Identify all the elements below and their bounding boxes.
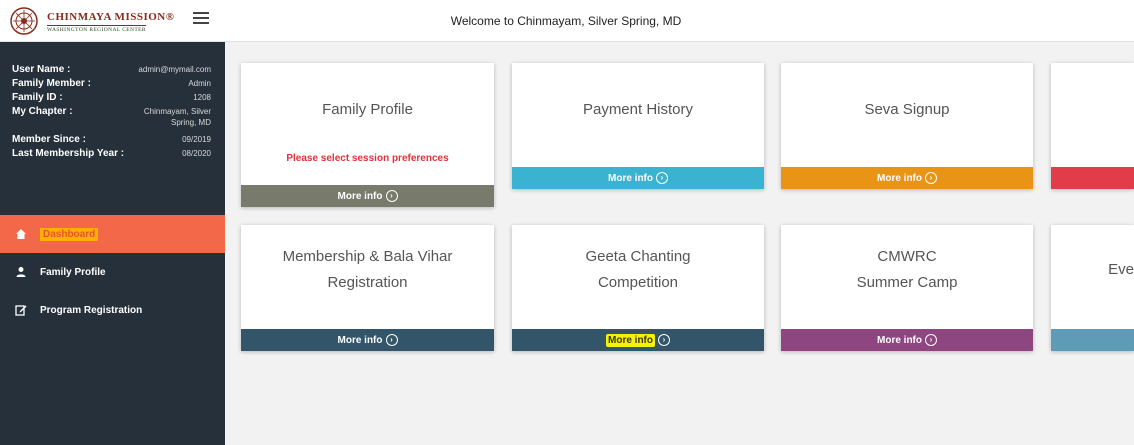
card-family-profile: Family Profile Please select session pre… [241,63,494,207]
arrow-right-circle-icon: › [385,190,398,202]
profile-summary: User Name : admin@mymail.com Family Memb… [0,42,225,215]
more-info-label: More info [337,334,383,346]
top-bar: CHINMAYA MISSION® WASHINGTON REGIONAL CE… [0,0,1134,42]
card-title-line2: Registration [327,274,408,291]
card-title-line2: Competition [597,274,679,291]
more-info-button[interactable] [1051,329,1134,351]
session-preferences-warning: Please select session preferences [286,153,449,164]
profile-value: 09/2019 [182,135,211,144]
profile-label: Family Member : [12,78,91,89]
sidebar-item-label: Program Registration [40,304,143,316]
profile-row-username: User Name : admin@mymail.com [12,64,211,75]
card-title: Family Profile [322,101,413,118]
arrow-right-circle-icon: › [656,172,668,184]
arrow-right-circle-icon: › [658,334,670,346]
more-info-button[interactable]: More info › [241,329,494,351]
card-title: Payment History [582,101,694,118]
more-info-button[interactable]: More info › [512,329,764,351]
sidebar-item-label: Family Profile [40,266,106,278]
profile-label: Family ID : [12,92,63,103]
user-icon [14,265,28,279]
card-title-line1: Eve [1108,261,1134,278]
arrow-right-circle-icon: › [925,334,937,346]
sidebar-item-dashboard[interactable]: Dashboard [0,215,225,253]
arrow-right-circle-icon: › [925,172,937,184]
card-geeta-chanting: Geeta Chanting Competition More info › [512,225,764,351]
profile-row-member-since: Member Since : 09/2019 [12,134,211,145]
card-title-line2: Summer Camp [856,274,958,291]
logo-name: CHINMAYA MISSION® [47,11,175,23]
more-info-button[interactable] [1051,167,1134,189]
more-info-button[interactable]: More info › [512,167,764,189]
sidebar: User Name : admin@mymail.com Family Memb… [0,42,225,445]
logo-emblem-icon [10,7,38,35]
profile-value: 1208 [193,93,211,102]
more-info-button[interactable]: More info › [781,167,1033,189]
card-partial-top [1051,63,1134,189]
more-info-label: More info [877,334,922,346]
more-info-button[interactable]: More info › [781,329,1033,351]
profile-value: Admin [188,79,211,88]
profile-label: Member Since : [12,134,86,145]
sidebar-item-label: Dashboard [40,227,99,241]
more-info-label: More info [337,190,383,202]
profile-label: My Chapter : [12,106,73,117]
logo-subtitle: WASHINGTON REGIONAL CENTER [47,25,147,33]
card-title-line1: Geeta Chanting [585,248,691,265]
more-info-button[interactable]: More info › [241,185,494,207]
hamburger-menu-icon[interactable] [193,12,209,28]
card-payment-history: Payment History More info › [512,63,764,189]
profile-row-family-member: Family Member : Admin [12,78,211,89]
profile-label: User Name : [12,64,71,75]
sidebar-item-family-profile[interactable]: Family Profile [0,253,225,291]
profile-value: Chinmayam, Silver Spring, MD [143,107,211,127]
profile-value: admin@mymail.com [138,65,211,74]
profile-label: Last Membership Year : [12,148,125,159]
card-title-line1: Membership & Bala Vihar [282,248,453,265]
card-partial-events: Eve [1051,225,1134,351]
card-title: Seva Signup [864,101,950,118]
arrow-right-circle-icon: › [385,334,398,346]
card-seva-signup: Seva Signup More info › [781,63,1033,189]
edit-icon [14,303,28,317]
more-info-label: More info [606,333,655,347]
home-icon [14,227,28,241]
sidebar-item-program-registration[interactable]: Program Registration [0,291,225,329]
profile-row-family-id: Family ID : 1208 [12,92,211,103]
card-summer-camp: CMWRC Summer Camp More info › [781,225,1033,351]
profile-row-last-membership: Last Membership Year : 08/2020 [12,148,211,159]
more-info-label: More info [608,172,653,184]
card-membership-registration: Membership & Bala Vihar Registration Mor… [241,225,494,351]
card-title-line1: CMWRC [877,248,937,265]
profile-row-chapter: My Chapter : Chinmayam, Silver Spring, M… [12,106,211,128]
profile-value: 08/2020 [182,149,211,158]
more-info-label: More info [877,172,922,184]
chinmaya-mission-logo[interactable]: CHINMAYA MISSION® WASHINGTON REGIONAL CE… [7,6,197,36]
welcome-message: Welcome to Chinmayam, Silver Spring, MD [450,14,682,28]
